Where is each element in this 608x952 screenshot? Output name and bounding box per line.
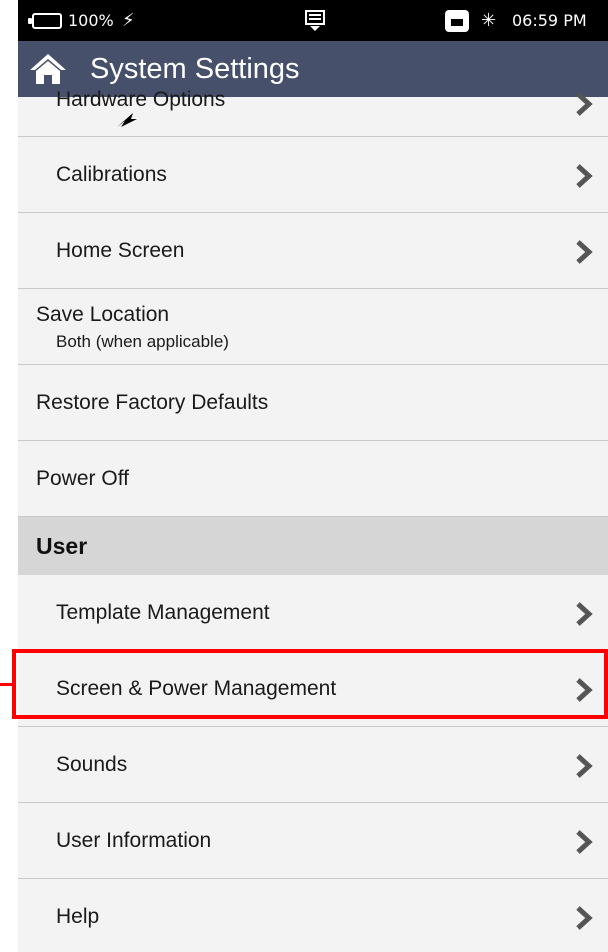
list-item-power-off[interactable]: Power Off — [18, 441, 608, 517]
battery-icon — [26, 0, 62, 41]
ethernet-icon — [445, 0, 469, 41]
list-item-label: Sounds — [56, 753, 128, 776]
list-item-label: Help — [56, 905, 100, 928]
list-item-home-screen[interactable]: Home Screen — [18, 213, 608, 289]
list-item-save-location[interactable]: Save Location Both (when applicable) — [18, 289, 608, 365]
section-header-user: User — [18, 517, 608, 575]
chevron-right-icon — [576, 906, 593, 930]
chevron-right-icon — [576, 602, 593, 626]
list-item-screen-power-management[interactable]: Screen & Power Management — [18, 651, 608, 727]
list-item-value: Both (when applicable) — [56, 332, 229, 351]
battery-percent: 100% — [68, 11, 114, 30]
list-item-hardware-options[interactable]: Hardware Options — [18, 88, 608, 137]
chevron-right-icon — [576, 830, 593, 854]
lightning-icon: ⚡ — [122, 10, 135, 31]
section-header-label: User — [36, 533, 88, 559]
cursor-icon — [117, 113, 137, 127]
list-item-label: Screen & Power Management — [56, 677, 337, 700]
list-item-label: Power Off — [36, 467, 129, 490]
device-screen: 100% ⚡ ✳ 06:59 PM System Settings Hardwa… — [18, 0, 608, 952]
list-item-sounds[interactable]: Sounds — [18, 727, 608, 803]
list-item-label: Template Management — [56, 601, 270, 624]
chevron-right-icon — [576, 92, 593, 116]
list-item-template-management[interactable]: Template Management — [18, 575, 608, 651]
chevron-right-icon — [576, 678, 593, 702]
chevron-right-icon — [576, 754, 593, 778]
settings-list: Hardware Options Calibrations Home Scree… — [18, 88, 608, 952]
list-item-label: Restore Factory Defaults — [36, 391, 269, 414]
list-item-label: Save Location — [36, 303, 170, 326]
clock: 06:59 PM — [512, 11, 587, 30]
chevron-right-icon — [576, 164, 593, 188]
list-item-help[interactable]: Help — [18, 879, 608, 952]
chevron-right-icon — [576, 240, 593, 264]
list-item-label: Hardware Options — [56, 88, 226, 111]
status-bar: 100% ⚡ ✳ 06:59 PM — [18, 0, 608, 41]
list-item-user-information[interactable]: User Information — [18, 803, 608, 879]
usb-icon — [304, 0, 326, 41]
list-item-label: Calibrations — [56, 163, 167, 186]
list-item-calibrations[interactable]: Calibrations — [18, 137, 608, 213]
highlight-pointer — [0, 683, 14, 686]
bluetooth-icon: ✳ — [481, 10, 497, 31]
list-item-label: User Information — [56, 829, 212, 852]
list-item-restore-factory-defaults[interactable]: Restore Factory Defaults — [18, 365, 608, 441]
list-item-label: Home Screen — [56, 239, 185, 262]
